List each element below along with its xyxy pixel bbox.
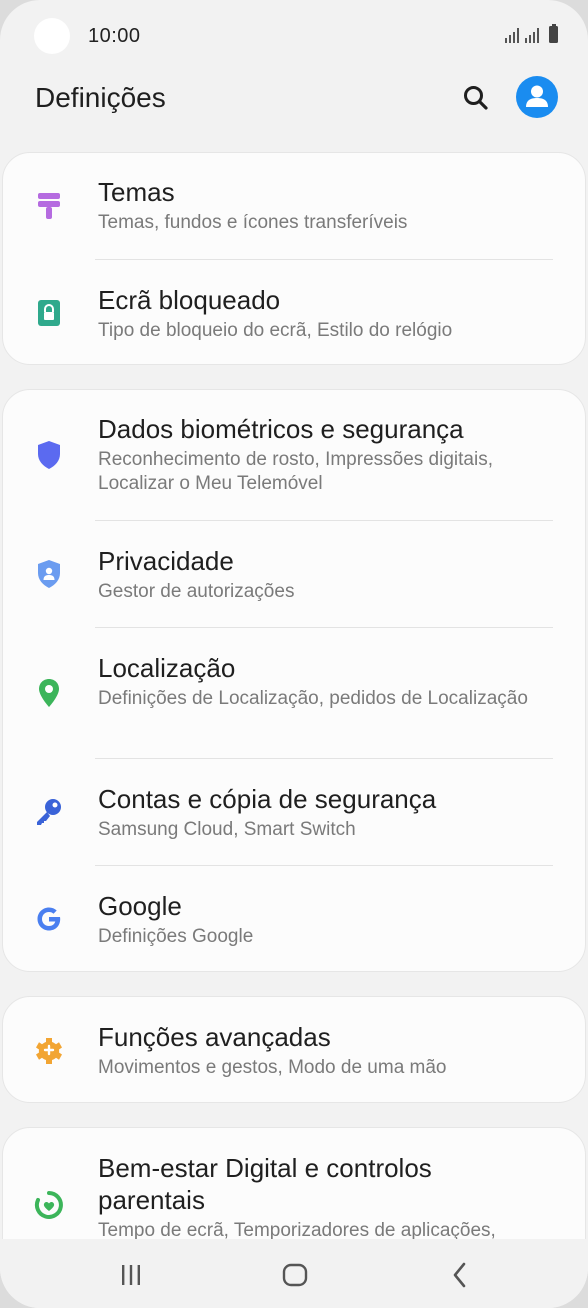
item-subtitle: Reconhecimento de rosto, Impressões digi… bbox=[98, 449, 493, 494]
item-subtitle: Samsung Cloud, Smart Switch bbox=[98, 819, 356, 840]
item-title: Localização bbox=[98, 653, 236, 683]
back-icon bbox=[453, 1262, 466, 1288]
item-subtitle: Definições de Localização, pedidos de Lo… bbox=[98, 688, 528, 709]
phone-screen: 10:00 Definições Temas Temas, fundos e í… bbox=[0, 0, 588, 1308]
signal-icon bbox=[505, 27, 519, 43]
lock-icon bbox=[34, 298, 64, 328]
wellbeing-icon bbox=[34, 1190, 64, 1220]
item-title: Contas e cópia de segurança bbox=[98, 784, 437, 814]
recents-icon bbox=[122, 1265, 140, 1285]
camera-cutout bbox=[34, 18, 70, 54]
item-subtitle: Tipo de bloqueio do ecrã, Estilo do reló… bbox=[98, 320, 453, 341]
profile-icon bbox=[526, 85, 548, 107]
settings-item-google[interactable]: Google Definições Google bbox=[3, 866, 585, 971]
settings-card: Funções avançadas Movimentos e gestos, M… bbox=[2, 996, 586, 1103]
google-icon bbox=[34, 904, 64, 934]
item-subtitle: Gestor de autorizações bbox=[98, 581, 295, 602]
battery-icon bbox=[549, 24, 558, 43]
status-clock: 10:00 bbox=[88, 25, 141, 47]
item-subtitle: Definições Google bbox=[98, 926, 254, 947]
settings-item-themes[interactable]: Temas Temas, fundos e ícones transferíve… bbox=[3, 153, 585, 260]
back-button[interactable] bbox=[430, 1250, 490, 1300]
key-icon bbox=[34, 797, 64, 827]
shield-icon bbox=[34, 440, 64, 470]
item-title: Dados biométricos e segurança bbox=[98, 414, 464, 444]
settings-item-biometrics-security[interactable]: Dados biométricos e segurança Reconhecim… bbox=[3, 390, 585, 521]
item-title: Ecrã bloqueado bbox=[98, 285, 281, 315]
item-title: Bem-estar Digital e controlos parentais bbox=[98, 1153, 432, 1215]
settings-list: Temas Temas, fundos e ícones transferíve… bbox=[0, 152, 588, 1239]
item-subtitle: Tempo de ecrã, Temporizadores de aplicaç… bbox=[98, 1220, 496, 1239]
privacy-shield-icon bbox=[34, 559, 64, 589]
item-title: Privacidade bbox=[98, 546, 234, 576]
status-icons bbox=[505, 24, 558, 43]
search-button[interactable] bbox=[458, 80, 494, 116]
settings-card: Bem-estar Digital e controlos parentais … bbox=[2, 1127, 586, 1239]
settings-item-lock-screen[interactable]: Ecrã bloqueado Tipo de bloqueio do ecrã,… bbox=[3, 260, 585, 364]
settings-card: Temas Temas, fundos e ícones transferíve… bbox=[2, 152, 586, 365]
status-bar: 10:00 bbox=[0, 0, 588, 72]
item-title: Temas bbox=[98, 177, 175, 207]
recents-button[interactable] bbox=[101, 1250, 161, 1300]
paint-roller-icon bbox=[34, 191, 64, 221]
navigation-bar bbox=[0, 1240, 588, 1308]
settings-item-digital-wellbeing[interactable]: Bem-estar Digital e controlos parentais … bbox=[3, 1128, 585, 1239]
account-avatar-button[interactable] bbox=[516, 76, 558, 118]
home-icon bbox=[282, 1263, 308, 1287]
location-pin-icon bbox=[34, 678, 64, 708]
item-subtitle: Temas, fundos e ícones transferíveis bbox=[98, 212, 408, 233]
settings-item-advanced-features[interactable]: Funções avançadas Movimentos e gestos, M… bbox=[3, 997, 585, 1102]
puzzle-gear-icon bbox=[34, 1035, 64, 1065]
signal-icon bbox=[525, 27, 539, 43]
item-title: Google bbox=[98, 891, 182, 921]
home-button[interactable] bbox=[265, 1250, 325, 1300]
settings-item-accounts-backup[interactable]: Contas e cópia de segurança Samsung Clou… bbox=[3, 759, 585, 866]
page-title: Definições bbox=[35, 82, 166, 113]
settings-item-privacy[interactable]: Privacidade Gestor de autorizações bbox=[3, 521, 585, 628]
settings-card: Dados biométricos e segurança Reconhecim… bbox=[2, 389, 586, 972]
search-icon bbox=[464, 86, 488, 110]
app-header: Definições bbox=[0, 72, 588, 132]
settings-item-location[interactable]: Localização Definições de Localização, p… bbox=[3, 628, 585, 759]
item-subtitle: Movimentos e gestos, Modo de uma mão bbox=[98, 1057, 447, 1078]
item-title: Funções avançadas bbox=[98, 1022, 331, 1052]
